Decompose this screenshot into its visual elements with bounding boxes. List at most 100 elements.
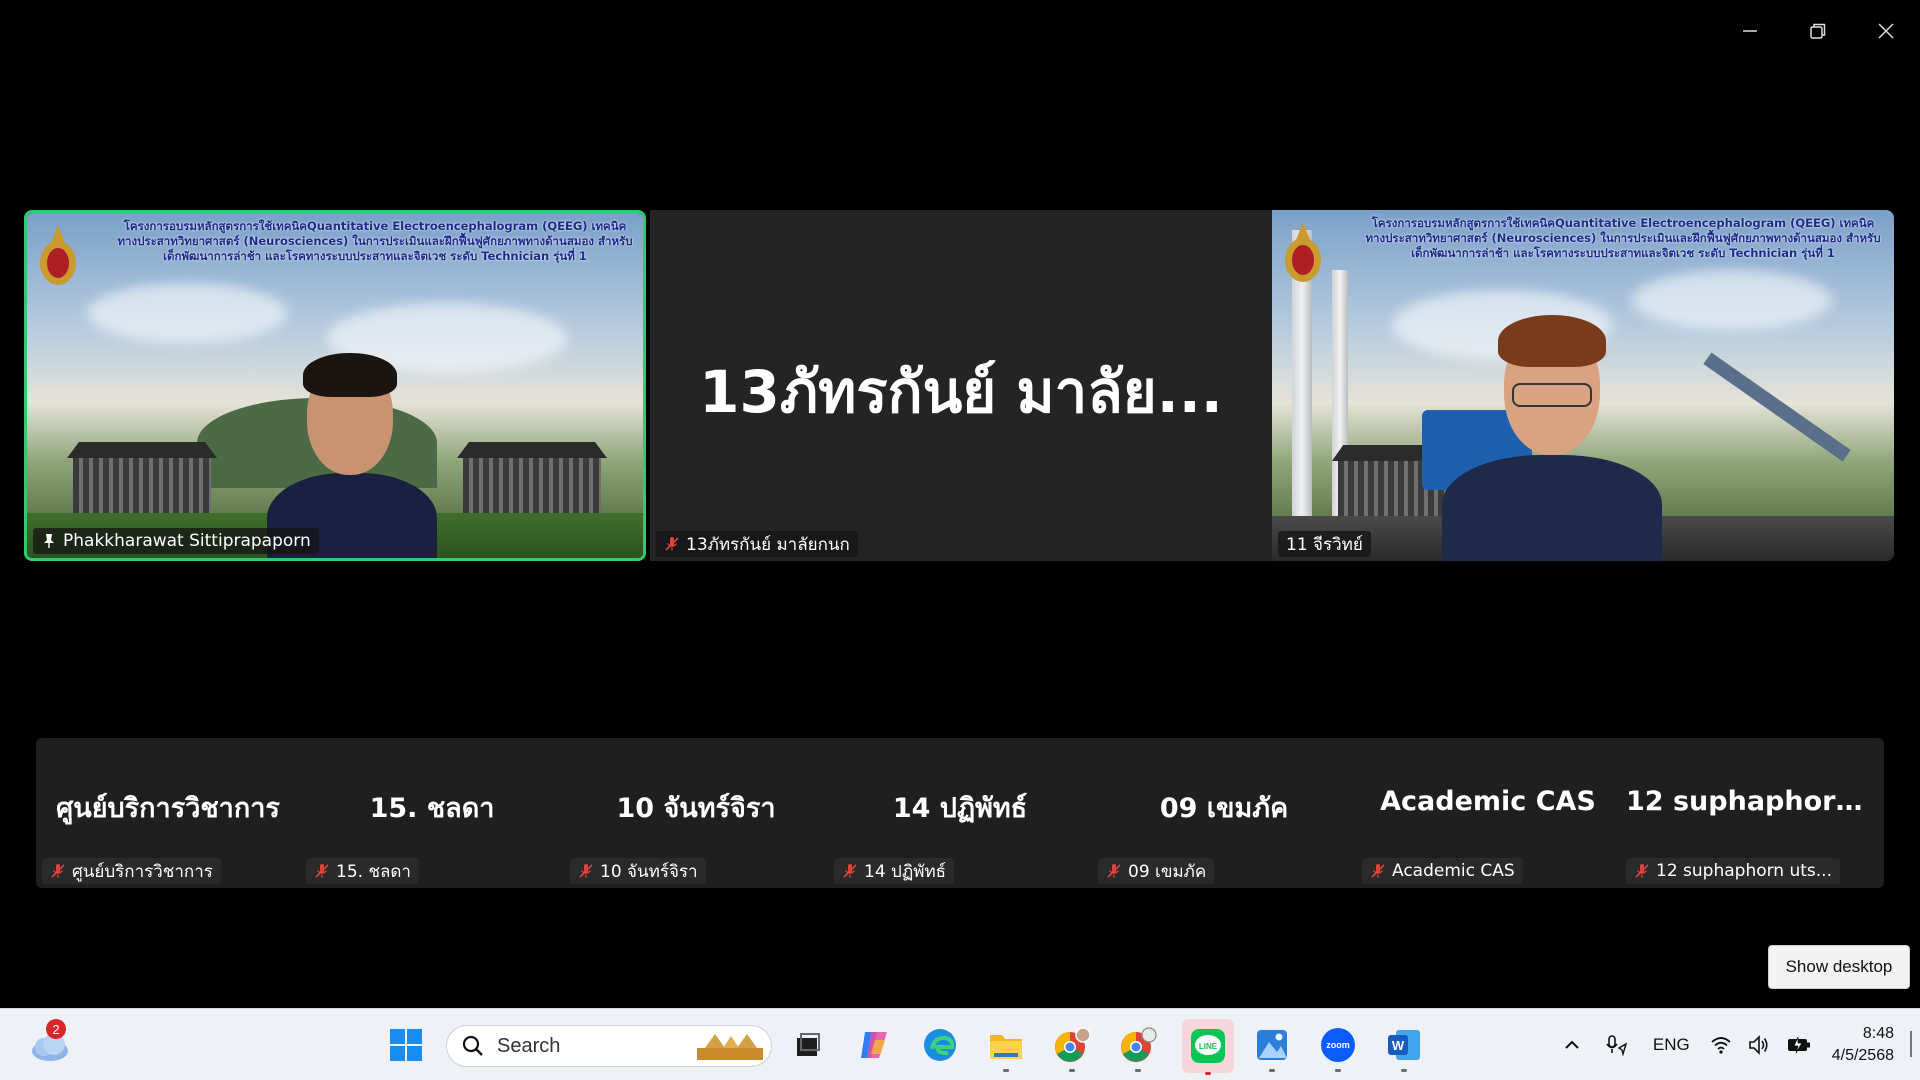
windows-start-button[interactable] [384, 1023, 428, 1067]
line-app-button[interactable]: LINE [1182, 1019, 1234, 1075]
volume-icon [1748, 1035, 1768, 1055]
participant-display-name: 14 ปฏิพัทธ์ [892, 793, 1028, 824]
event-banner-text: โครงการอบรมหลักสูตรการใช้เทคนิคQuantitat… [1365, 216, 1881, 260]
restore-icon [1810, 23, 1826, 39]
mic-muted-icon [51, 864, 65, 878]
participant-name: 15. ชลดา [336, 861, 411, 882]
mic-muted-icon [1371, 864, 1385, 878]
file-explorer-icon [990, 1035, 1022, 1059]
university-crest-icon [40, 225, 76, 285]
task-view-button[interactable] [786, 1023, 830, 1067]
close-button[interactable] [1852, 0, 1920, 62]
participant-name: 14 ปฏิพัทธ์ [864, 861, 947, 882]
edge-button[interactable] [918, 1023, 962, 1067]
show-desktop-tooltip: Show desktop [1768, 945, 1910, 989]
participant-display-name: 15. ชลดา [369, 793, 495, 824]
input-language-button[interactable]: ENG [1641, 1009, 1702, 1080]
copilot-icon [861, 1032, 887, 1058]
search-icon [462, 1035, 483, 1056]
pin-icon [44, 534, 54, 548]
video-tile-active-speaker[interactable]: โครงการอบรมหลักสูตรการใช้เทคนิคQuantitat… [24, 210, 646, 561]
participant-name: 09 เขมภัค [1128, 861, 1207, 882]
participant-name: Phakkharawat Sittiprapaporn [63, 531, 311, 551]
gallery-tile[interactable]: 14 ปฏิพัทธ์ 14 ปฏิพัทธ์ [828, 738, 1092, 888]
mic-muted-icon [579, 864, 593, 878]
taskbar-search[interactable] [446, 1025, 772, 1067]
restore-button[interactable] [1784, 0, 1852, 62]
chevron-up-icon [1565, 1040, 1579, 1049]
mic-muted-icon [843, 864, 857, 878]
search-highlight-art-icon [697, 1034, 763, 1060]
weather-notification-badge: 2 [46, 1019, 66, 1039]
search-input[interactable] [497, 1034, 677, 1058]
gallery-tile[interactable]: ศูนย์บริการวิชาการ ศูนย์บริการวิชาการ [36, 738, 300, 888]
gallery-tile[interactable]: 12 suphaphorn... 12 suphaphorn uts... [1620, 738, 1884, 888]
video-tile-camera-off[interactable]: 13ภัทรกันย์ มาลัย... 13ภัทรกันย์ มาลัยกน… [650, 210, 1272, 561]
participant-display-name: 10 จันทร์จิรา [616, 793, 776, 824]
participant-name: Academic CAS [1392, 861, 1515, 881]
mic-muted-icon [1107, 864, 1121, 878]
show-hidden-icons-button[interactable] [1553, 1009, 1591, 1080]
chrome-profile-2-icon [1121, 1027, 1157, 1062]
word-icon: W [1388, 1030, 1420, 1060]
window-controls [1716, 0, 1920, 62]
clock-button[interactable]: 8:48 4/5/2568 [1820, 1023, 1920, 1067]
participant-name: 12 suphaphorn uts... [1656, 861, 1832, 881]
participant-name: 13ภัทรกันย์ มาลัยกนก [686, 534, 850, 555]
svg-text:W: W [1392, 1038, 1405, 1053]
participant-name-tag: 13ภัทรกันย์ มาลัยกนก [656, 531, 858, 557]
chrome-profile-1-icon [1055, 1027, 1091, 1062]
photos-button[interactable] [1250, 1023, 1294, 1072]
participant-name-tag: 12 suphaphorn uts... [1626, 858, 1840, 884]
running-indicator [1401, 1069, 1407, 1072]
line-icon: LINE [1191, 1029, 1225, 1063]
wifi-button[interactable] [1702, 1009, 1740, 1080]
gallery-tile[interactable]: 10 จันทร์จิรา 10 จันทร์จิรา [564, 738, 828, 888]
participant-display-name: ศูนย์บริการวิชาการ [56, 793, 280, 824]
participant-name-tag: ศูนย์บริการวิชาการ [42, 858, 221, 884]
word-button[interactable]: W [1382, 1023, 1426, 1072]
participant-name-tag: 14 ปฏิพัทธ์ [834, 858, 955, 884]
chrome-profile-1-button[interactable] [1050, 1023, 1094, 1072]
edge-icon [924, 1029, 956, 1061]
event-banner-text: โครงการอบรมหลักสูตรการใช้เทคนิคQuantitat… [117, 219, 633, 263]
svg-text:zoom: zoom [1326, 1040, 1350, 1050]
show-desktop-edge-button[interactable] [1910, 1031, 1912, 1057]
copilot-button[interactable] [852, 1023, 896, 1067]
running-indicator [1003, 1069, 1009, 1072]
microphone-location-button[interactable] [1591, 1009, 1641, 1080]
video-tile-participant[interactable]: โครงการอบรมหลักสูตรการใช้เทคนิคQuantitat… [1272, 210, 1894, 561]
gallery-tile[interactable]: 15. ชลดา 15. ชลดา [300, 738, 564, 888]
zoom-button[interactable]: zoom [1316, 1023, 1360, 1072]
participant-name: 11 จีรวิทย์ [1286, 534, 1363, 555]
participant-name-tag: Academic CAS [1362, 858, 1523, 884]
system-tray: ENG 8:48 4/5/2568 [1553, 1009, 1920, 1080]
participant-name-tag: Phakkharawat Sittiprapaporn [33, 528, 319, 554]
participant-display-name: Academic CAS [1380, 786, 1596, 817]
task-view-icon [797, 1033, 820, 1056]
running-indicator [1069, 1069, 1075, 1072]
volume-button[interactable] [1740, 1009, 1778, 1080]
participant-display-name: 13ภัทรกันย์ มาลัย... [699, 358, 1223, 426]
participant-name-tag: 15. ชลดา [306, 858, 419, 884]
mic-muted-icon [315, 864, 329, 878]
close-icon [1878, 23, 1894, 39]
wifi-icon [1711, 1037, 1731, 1054]
university-crest-icon [1285, 222, 1321, 282]
minimize-icon [1743, 30, 1757, 32]
gallery-strip: ศูนย์บริการวิชาการ ศูนย์บริการวิชาการ 15… [36, 738, 1884, 888]
gallery-tile[interactable]: Academic CAS Academic CAS [1356, 738, 1620, 888]
microphone-in-use-icon [1606, 1035, 1628, 1056]
gallery-tile[interactable]: 09 เขมภัค 09 เขมภัค [1092, 738, 1356, 888]
clock-date: 4/5/2568 [1831, 1047, 1894, 1064]
file-explorer-button[interactable] [984, 1023, 1028, 1072]
zoom-icon: zoom [1321, 1028, 1355, 1062]
mic-muted-icon [1635, 864, 1649, 878]
running-indicator [1205, 1072, 1211, 1075]
participant-display-name: 09 เขมภัค [1159, 793, 1289, 824]
minimize-button[interactable] [1716, 0, 1784, 62]
participant-name-tag: 11 จีรวิทย์ [1278, 531, 1371, 557]
participant-name-tag: 10 จันทร์จิรา [570, 858, 706, 884]
battery-button[interactable] [1778, 1009, 1820, 1080]
chrome-profile-2-button[interactable] [1116, 1023, 1160, 1072]
